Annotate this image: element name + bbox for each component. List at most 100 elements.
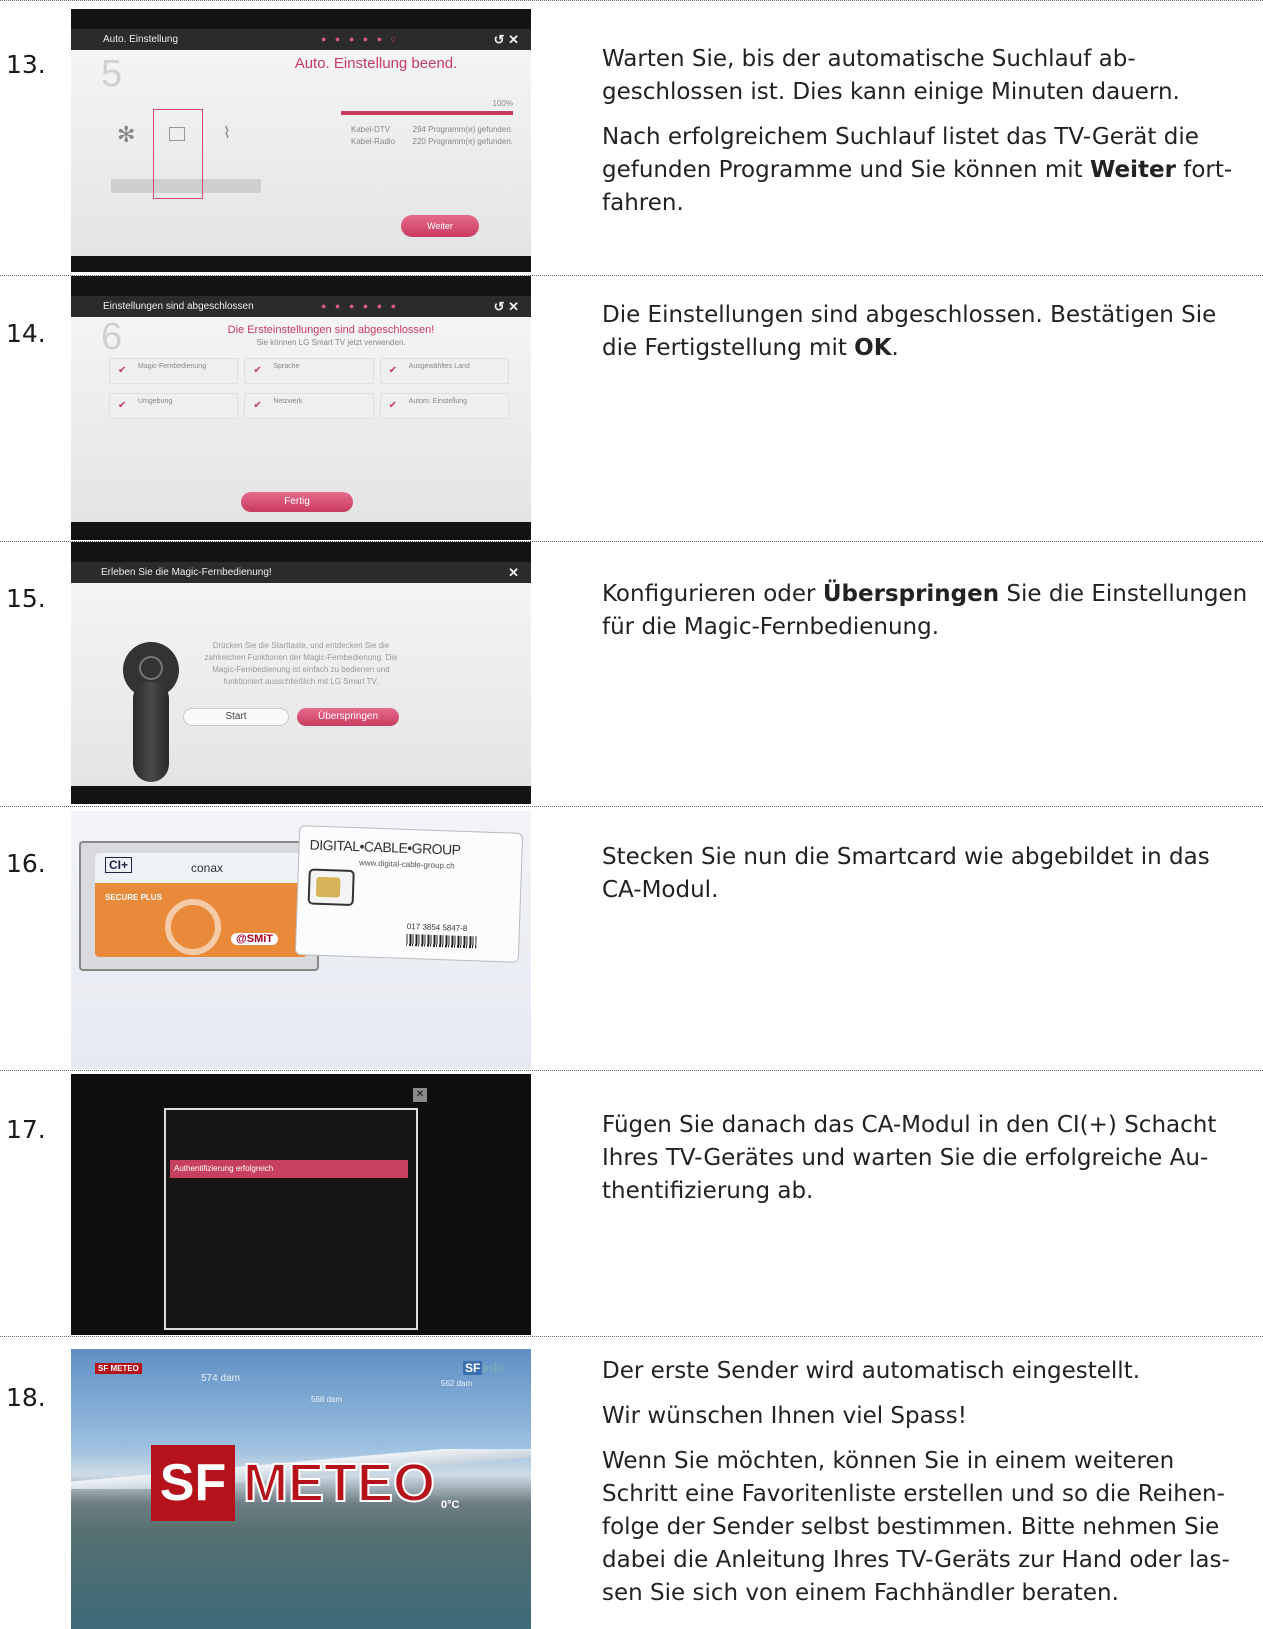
tv-screenshot-setup-complete: Einstellungen sind abgeschlossen ● ● ● ●… xyxy=(71,276,531,540)
back-close-icon: ↺ ✕ xyxy=(493,32,519,47)
settings-summary-item: ✔ Magic-Fernbedienung xyxy=(109,358,239,384)
progress-label: 100% xyxy=(492,99,513,108)
progress-dots: ● ● ● ● ● ● xyxy=(321,301,400,311)
step-text: Der erste Sender wird automatisch einges… xyxy=(602,1355,1254,1622)
fertig-button[interactable]: Fertig xyxy=(241,492,353,512)
sf-meteo-logo: SF METEO xyxy=(95,1363,142,1374)
screen-title-bar: Einstellungen sind abgeschlossen ● ● ● ●… xyxy=(71,296,531,317)
step-text: Konfigurieren oder Überspringen Sie die … xyxy=(602,578,1254,656)
card-url: www.digital-cable-group.ch xyxy=(358,858,455,871)
checkmark-icon: ✔ xyxy=(253,400,262,411)
screen-title-bar: Erleben Sie die Magic-Fernbedienung! ✕ xyxy=(71,562,531,583)
close-icon[interactable]: ✕ xyxy=(508,562,519,583)
screen-body-text: Drücken Sie die Starttaste, und entdecke… xyxy=(204,641,398,686)
settings-summary-item: ✔ Ausgewähltes Land xyxy=(379,358,509,384)
screen-title-bar: Auto. Einstellung ● ● ● ● ● ○ ↺ ✕ xyxy=(71,29,531,50)
checkmark-icon: ✔ xyxy=(118,365,127,376)
settings-summary-item: ✔ Sprache xyxy=(244,358,374,384)
tv-screenshot-magic-remote: Erleben Sie die Magic-Fernbedienung! ✕ D… xyxy=(71,542,531,804)
start-button[interactable]: Start xyxy=(183,708,289,726)
settings-item-label: Umgebung xyxy=(138,398,173,405)
checkmark-icon: ✔ xyxy=(388,400,398,411)
step-13: 13. Auto. Einstellung ● ● ● ● ● ○ ↺ ✕ 5 … xyxy=(0,0,1263,276)
checkmark-icon: ✔ xyxy=(118,400,127,411)
screen-subheading: Sie können LG Smart TV jetzt verwenden. xyxy=(256,338,406,347)
settings-item-label: Netzwerk xyxy=(273,398,303,405)
dialog-box: Authentifizierung erfolgreich xyxy=(164,1108,418,1330)
paragraph: Wenn Sie möchten, können Sie in einem we… xyxy=(602,1448,1230,1606)
pressure-label: 574 dam xyxy=(201,1373,240,1384)
result-value: 220 Programm(e) gefunden. xyxy=(412,137,514,146)
tv-screenshot-auto-setting: Auto. Einstellung ● ● ● ● ● ○ ↺ ✕ 5 Auto… xyxy=(71,9,531,272)
step-text: Fügen Sie danach das CA-Modul in den CI(… xyxy=(602,1109,1254,1220)
back-close-icon: ↺ ✕ xyxy=(493,299,519,314)
screen-title: Auto. Einstellung xyxy=(103,34,179,45)
conax-logo: conax xyxy=(191,861,224,875)
step-text: Die Einstellungen sind abgeschlossen. Be… xyxy=(602,299,1254,377)
screen-heading: Die Ersteinstellungen sind abgeschlossen… xyxy=(227,324,435,336)
result-value: 294 Programm(e) gefunden. xyxy=(412,125,514,134)
screen-title: Erleben Sie die Magic-Fernbedienung! xyxy=(101,567,272,578)
smartcard: DIGITAL•CABLE•GROUP www.digital-cable-gr… xyxy=(294,825,524,963)
progress-bar xyxy=(341,111,513,115)
step-number: 18. xyxy=(6,1383,46,1412)
settings-summary-item: ✔ Autom. Einstellung xyxy=(379,393,509,419)
skip-button[interactable]: Überspringen xyxy=(297,708,399,726)
pressure-label: 562 dam xyxy=(441,1379,473,1388)
magic-remote-image xyxy=(123,642,179,782)
step-16: 16. CI+ conax SECURE PLUS @SMiT DIGITAL•… xyxy=(0,807,1263,1071)
pressure-label: 568 dam xyxy=(311,1395,343,1404)
step-number: 14. xyxy=(6,319,46,348)
step-15: 15. Erleben Sie die Magic-Fernbedienung!… xyxy=(0,542,1263,807)
secure-plus-label: SECURE PLUS xyxy=(105,893,162,902)
step-text: Stecken Sie nun die Smartcard wie abgebi… xyxy=(602,841,1254,919)
step-14: 14. Einstellungen sind abgeschlossen ● ●… xyxy=(0,276,1263,542)
tv-screenshot-sf-meteo: SF METEO 574 dam 568 dam 562 dam SF info … xyxy=(71,1349,531,1629)
ca-module-photo: CI+ conax SECURE PLUS @SMiT DIGITAL•CABL… xyxy=(71,811,531,1069)
weiter-button[interactable]: Weiter xyxy=(401,215,479,237)
step-17: 17. ✕ Authentifizierung erfolgreich Füge… xyxy=(0,1071,1263,1337)
settings-summary-item: ✔ Netzwerk xyxy=(244,393,374,419)
step-18: 18. SF METEO 574 dam 568 dam 562 dam SF i… xyxy=(0,1337,1263,1629)
checkmark-icon: ✔ xyxy=(253,365,262,376)
paragraph: Wir wünschen Ihnen viel Spass! xyxy=(602,1403,967,1429)
ci-plus-logo: CI+ xyxy=(105,857,133,873)
screen-heading: Auto. Einstellung beend. xyxy=(294,55,458,72)
paragraph: Konfigurieren oder Überspringen Sie die … xyxy=(602,581,1248,640)
settings-item-label: Magic-Fernbedienung xyxy=(138,363,207,370)
big-sf-logo: SF xyxy=(151,1445,235,1521)
checkmark-icon: ✔ xyxy=(388,365,398,376)
step-number: 17. xyxy=(6,1115,46,1144)
paragraph: Die Einstellungen sind abgeschlossen. Be… xyxy=(602,302,1217,361)
screen-title: Einstellungen sind abgeschlossen xyxy=(103,301,254,312)
step-number: 13. xyxy=(6,50,46,79)
settings-item-label: Sprache xyxy=(273,363,300,370)
big-meteo-text: METEO xyxy=(242,1452,436,1514)
settings-summary-item: ✔ Umgebung xyxy=(109,393,239,419)
step-big-number: 5 xyxy=(101,53,123,95)
auth-success-message: Authentifizierung erfolgreich xyxy=(170,1160,408,1178)
temperature-label: 0°C xyxy=(441,1499,460,1511)
paragraph: Stecken Sie nun die Smartcard wie abgebi… xyxy=(602,844,1210,903)
antenna-diagram: ✻ ⌇ xyxy=(111,109,271,199)
tv-screenshot-authentication: ✕ Authentifizierung erfolgreich xyxy=(71,1074,531,1335)
paragraph: Der erste Sender wird automatisch einges… xyxy=(602,1358,1141,1384)
settings-item-label: Autom. Einstellung xyxy=(408,398,468,405)
ca-module: CI+ conax SECURE PLUS @SMiT xyxy=(79,841,319,971)
step-big-number: 6 xyxy=(101,316,123,358)
paragraph: Nach erfolgreichem Suchlauf listet das T… xyxy=(602,124,1233,216)
paragraph: Fügen Sie danach das CA-Modul in den CI(… xyxy=(602,1112,1217,1204)
card-serial: 017 3854 5847-8 xyxy=(406,921,468,934)
settings-summary-grid: ✔ Magic-Fernbedienung ✔ Sprache ✔ Ausgewählte… xyxy=(109,358,509,422)
progress-dots: ● ● ● ● ● ○ xyxy=(321,34,400,44)
paragraph: Warten Sie, bis der automatische Suchlau… xyxy=(602,46,1180,105)
card-brand: DIGITAL•CABLE•GROUP xyxy=(309,836,461,858)
result-name: Kabel-Radio xyxy=(351,137,396,146)
step-number: 16. xyxy=(6,849,46,878)
step-number: 15. xyxy=(6,584,46,613)
barcode xyxy=(406,933,477,949)
sf-info-logo: SF info xyxy=(463,1361,505,1375)
close-icon[interactable]: ✕ xyxy=(413,1088,427,1102)
settings-item-label: Ausgewähltes Land xyxy=(408,363,470,370)
smit-logo: @SMiT xyxy=(231,933,279,945)
